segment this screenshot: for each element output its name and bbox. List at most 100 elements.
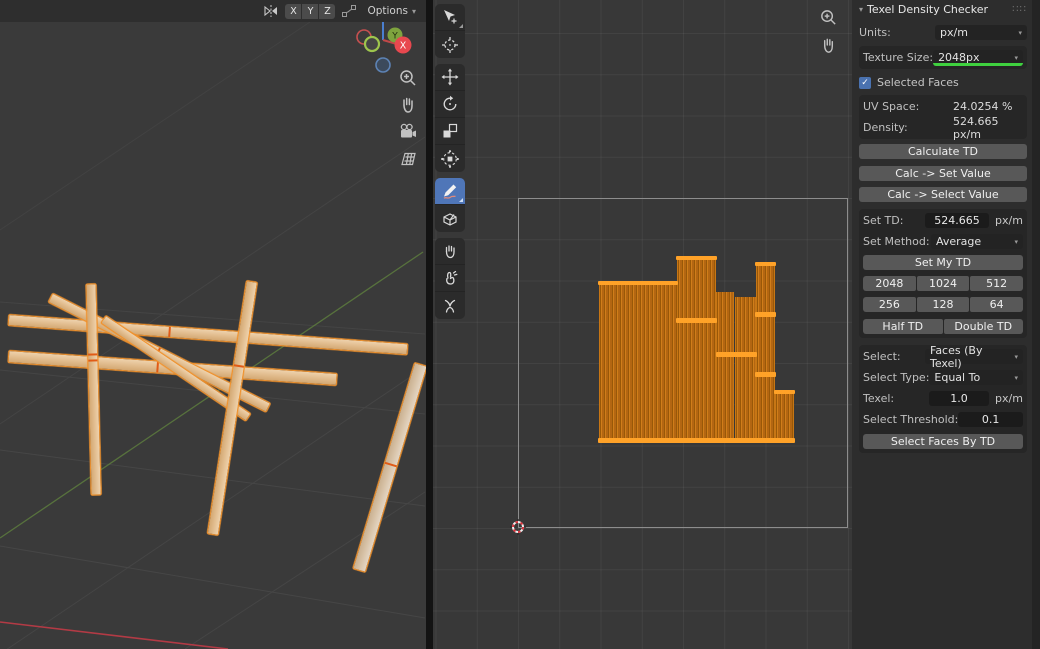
chevron-down-icon: ▾ [1018,29,1022,37]
panel-title: Texel Density Checker [867,3,1008,16]
units-value: px/m [940,26,968,39]
density-label: Density: [863,121,953,134]
uv-island-5[interactable] [756,264,775,442]
mirror-icon[interactable] [262,3,280,19]
tool-submenu-indicator [459,24,463,28]
double-td-button[interactable]: Double TD [944,319,1024,334]
viewport-3d[interactable]: X Y Z Options ▾ [0,0,426,649]
select-faces-by-td-button[interactable]: Select Faces By TD [863,434,1023,449]
texture-size-label: Texture Size: [863,51,933,64]
rip-region-tool[interactable] [435,205,465,232]
select-threshold-field[interactable]: 0.1 [958,412,1023,427]
uv-edge-bar [755,312,776,317]
chevron-down-icon: ▾ [412,7,416,16]
units-dropdown[interactable]: px/m ▾ [935,25,1027,40]
grab-tool[interactable] [435,238,465,265]
select-dropdown[interactable]: Faces (By Texel) ▾ [925,349,1023,364]
preset-512-button[interactable]: 512 [970,276,1023,291]
texture-size-progress-bar [933,63,1023,66]
tweak-select-tool[interactable] [435,4,465,31]
texel-unit: px/m [989,392,1023,405]
uv-island-3[interactable] [716,292,734,442]
options-label: Options [367,5,408,17]
proportional-editing-icon[interactable] [340,3,358,19]
density-value: 524.665 px/m [953,115,1023,141]
preset-2048-button[interactable]: 2048 [863,276,916,291]
select-type-dropdown[interactable]: Equal To ▾ [929,370,1023,385]
blender-window: X Y Z Options ▾ [0,0,1040,649]
mirror-x-button[interactable]: X [285,4,301,19]
pan-hand-icon[interactable] [815,33,841,57]
uv-space-value: 24.0254 % [953,100,1023,113]
select-type-value: Equal To [934,371,980,384]
preset-256-button[interactable]: 256 [863,297,916,312]
uv-edge-bar [598,438,795,443]
camera-view-icon[interactable] [395,120,421,144]
uv-island-tall[interactable] [677,259,716,442]
gizmo-neg-y [365,37,379,51]
set-method-dropdown[interactable]: Average ▾ [931,234,1023,249]
texel-field[interactable]: 1.0 [929,391,989,406]
cursor-2d-tool[interactable] [435,31,465,58]
axis-x-red [0,622,228,649]
uv-edge-bar [676,256,717,260]
gizmo-neg-z [376,58,390,72]
selected-faces-label: Selected Faces [877,76,959,89]
move-tool[interactable] [435,64,465,91]
preset-64-button[interactable]: 64 [970,297,1023,312]
uv-edge-bar [755,372,776,377]
selected-faces-checkbox[interactable]: ✓ [859,77,871,89]
texture-size-dropdown[interactable]: 2048px ▾ [933,50,1023,65]
chevron-down-icon: ▾ [1014,374,1018,382]
annotate-tool[interactable] [435,178,465,205]
set-td-unit: px/m [989,214,1023,227]
set-my-td-button[interactable]: Set My TD [863,255,1023,270]
set-td-label: Set TD: [863,214,925,227]
select-value: Faces (By Texel) [930,344,1014,370]
transform-tool[interactable] [435,145,465,172]
half-td-button[interactable]: Half TD [863,319,943,334]
uv-2d-cursor[interactable] [510,519,526,535]
chevron-down-icon: ▾ [1014,238,1018,246]
calculate-td-button[interactable]: Calculate TD [859,144,1027,159]
set-td-field[interactable]: 524.665 [925,213,989,228]
zoom-icon[interactable] [815,5,841,29]
panel-grip-icon[interactable]: ∷∷ [1012,4,1027,15]
select-label: Select: [863,350,925,363]
set-method-value: Average [936,235,981,248]
viewport-3d-canvas[interactable] [0,22,426,649]
uv-editor[interactable] [433,0,852,649]
uv-island-4[interactable] [735,297,756,442]
viewport-nav-buttons [395,66,421,171]
select-type-label: Select Type: [863,371,929,384]
calc-set-value-button[interactable]: Calc -> Set Value [859,166,1027,181]
chevron-down-icon: ▾ [1014,353,1018,361]
select-threshold-label: Select Threshold: [863,413,958,426]
preset-128-button[interactable]: 128 [917,297,970,312]
uv-island-6[interactable] [775,392,794,442]
relax-tool[interactable] [435,265,465,292]
pinch-tool[interactable] [435,292,465,319]
uv-edge-bar [755,262,776,266]
uv-toolbar [435,4,465,325]
texel-label: Texel: [863,392,929,405]
calc-select-value-button[interactable]: Calc -> Select Value [859,187,1027,202]
editor-divider[interactable] [426,0,433,649]
units-label: Units: [859,26,935,39]
orthographic-grid-icon[interactable] [395,147,421,171]
preset-1024-button[interactable]: 1024 [917,276,970,291]
mirror-y-button[interactable]: Y [302,4,318,19]
gizmo-x-label: X [400,41,407,52]
uv-space-label: UV Space: [863,100,953,113]
mirror-z-button[interactable]: Z [319,4,335,19]
mirror-axis-toggles: X Y Z [285,4,335,19]
zoom-icon[interactable] [395,66,421,90]
set-method-label: Set Method: [863,235,931,248]
pan-hand-icon[interactable] [395,93,421,117]
texel-density-panel: ▾ Texel Density Checker ∷∷ Units: px/m ▾… [852,0,1032,649]
uv-edge-bar [676,318,717,323]
options-dropdown[interactable]: Options ▾ [363,3,420,19]
panel-collapse-chevron-icon[interactable]: ▾ [859,5,863,14]
rotate-tool[interactable] [435,91,465,118]
scale-tool[interactable] [435,118,465,145]
